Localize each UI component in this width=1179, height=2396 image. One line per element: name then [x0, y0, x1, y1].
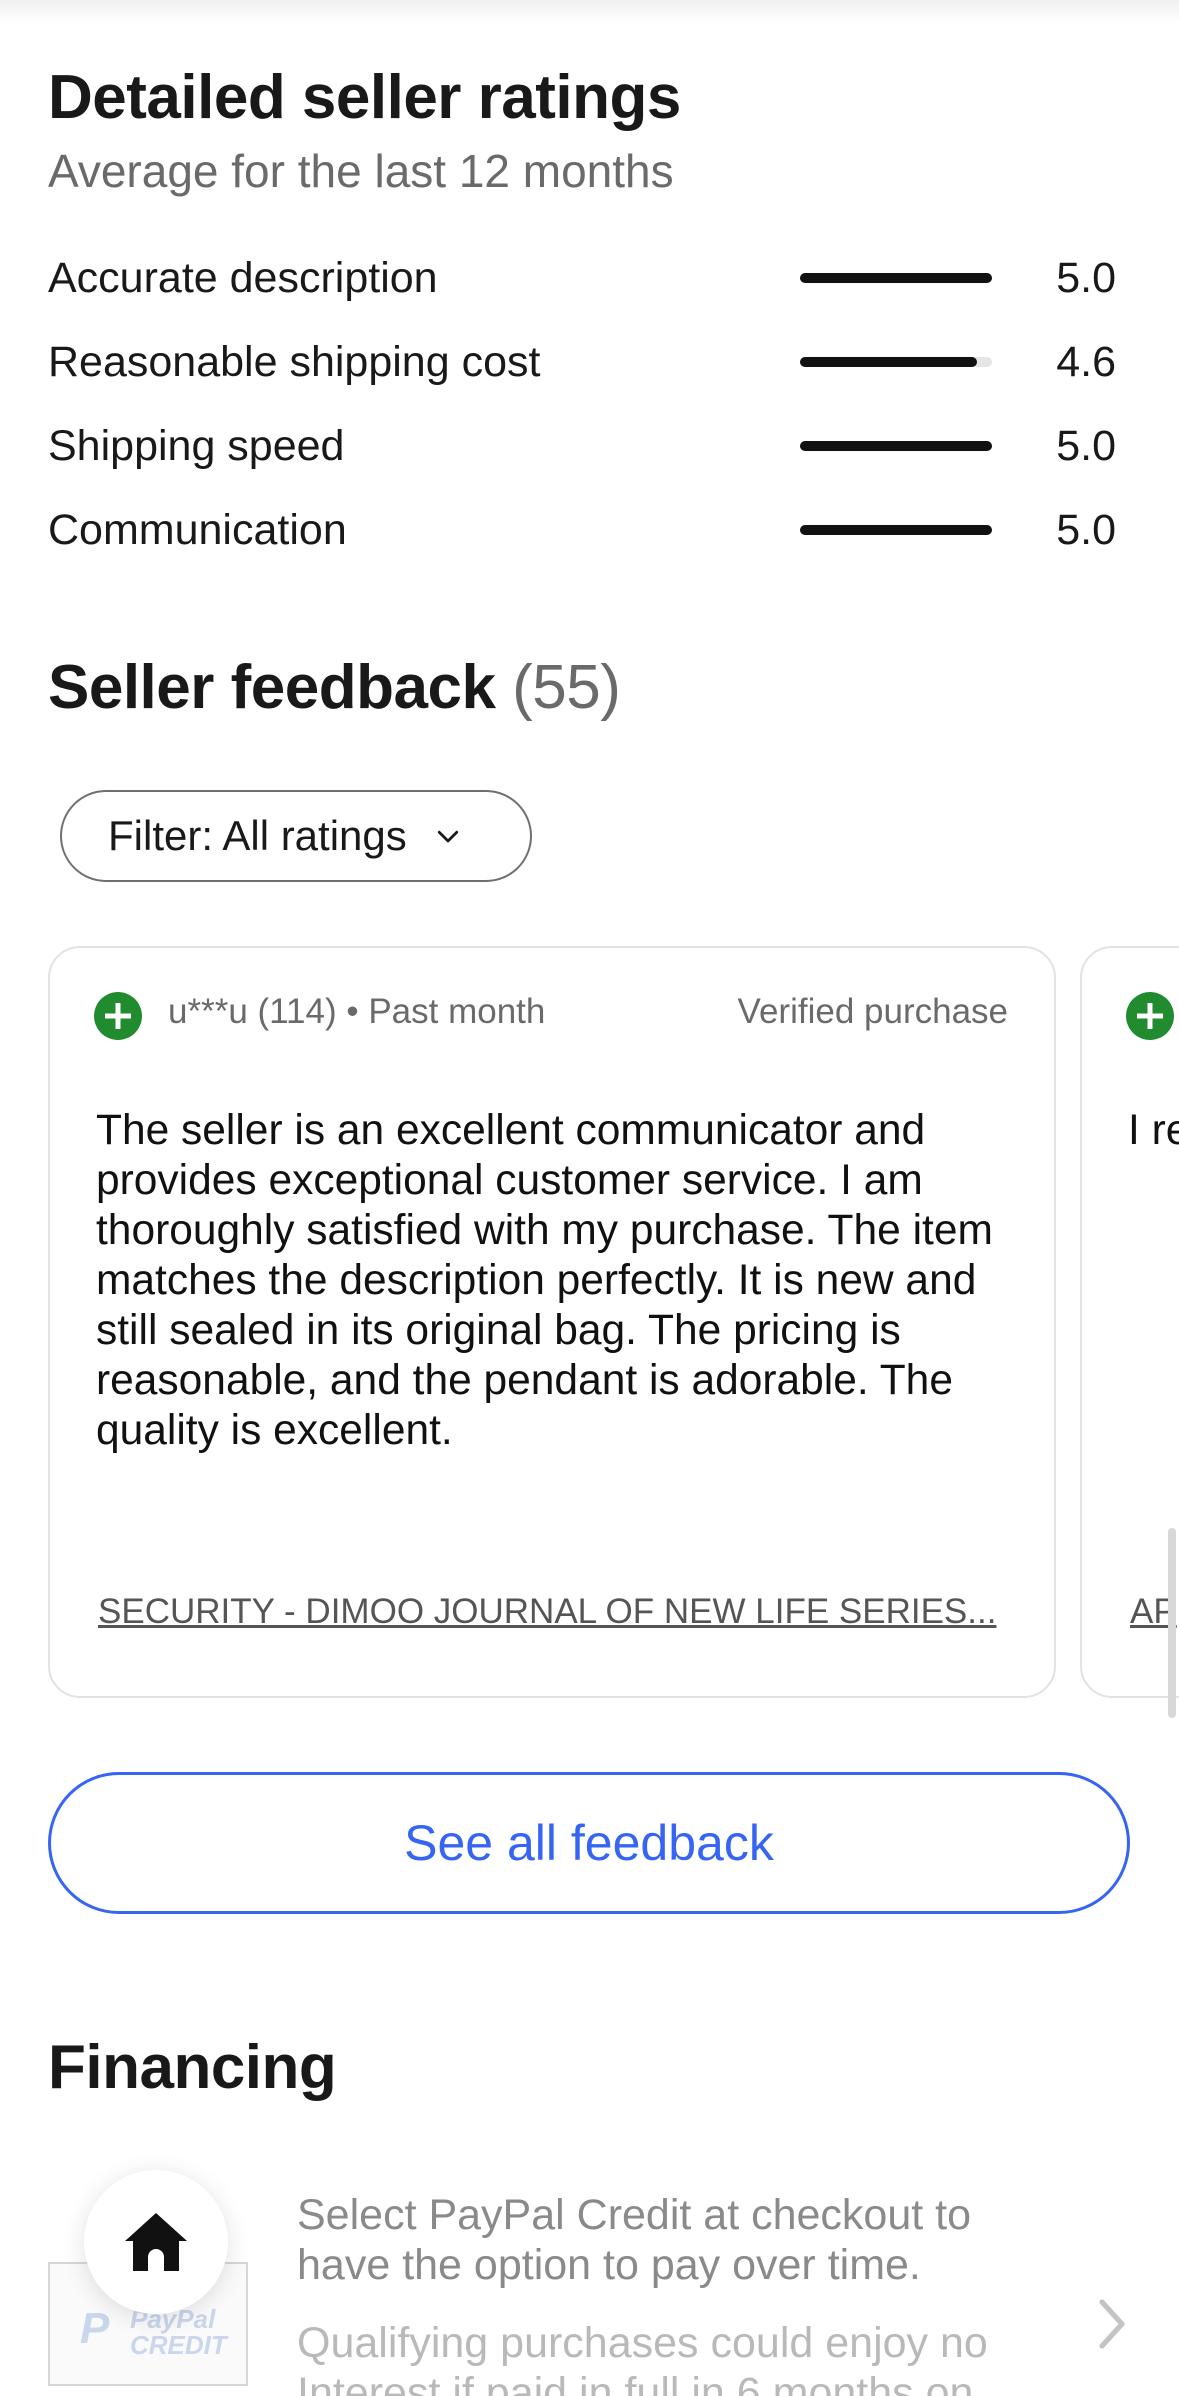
rating-bar	[800, 441, 992, 451]
rating-value: 5.0	[1056, 506, 1116, 554]
feedback-text: The seller is an excellent communicator …	[96, 1107, 993, 1454]
seller-feedback-title-text: Seller feedback	[48, 653, 496, 722]
rating-bar-fill	[800, 273, 992, 283]
rating-value: 5.0	[1056, 422, 1116, 470]
rating-bar-fill	[800, 525, 992, 535]
financing-text: Select PayPal Credit at checkout to have…	[297, 2191, 972, 2289]
feedback-count: (55)	[512, 653, 621, 722]
financing-subtext: Qualifying purchases could enjoy no Inte…	[297, 2319, 988, 2396]
rating-bar-fill	[800, 441, 992, 451]
rating-row-accurate-description: Accurate description 5.0	[48, 248, 1116, 308]
carousel-scroll-indicator	[1168, 1528, 1176, 1718]
rating-bar	[800, 273, 992, 283]
verified-purchase-label: Verified purchase	[737, 992, 1008, 1031]
rating-bar	[800, 525, 992, 535]
feedback-card[interactable]: u***u (114) • Past month Verified purcha…	[48, 946, 1056, 1698]
top-shade	[0, 0, 1179, 22]
rating-bar-fill	[800, 357, 977, 367]
paypal-logo-text: PayPal CREDIT	[130, 2304, 227, 2360]
rating-value: 4.6	[1056, 338, 1116, 386]
page: Detailed seller ratings Average for the …	[0, 0, 1179, 2396]
financing-title: Financing	[48, 2033, 337, 2102]
filter-label: Filter: All ratings	[108, 812, 407, 859]
filter-ratings-button[interactable]: Filter: All ratings	[60, 790, 532, 882]
home-button[interactable]	[84, 2170, 228, 2314]
plus-circle-icon	[94, 992, 142, 1040]
feedback-card-next[interactable]: I re to t ina I d the wo AP	[1080, 946, 1179, 1698]
paypal-logo-mark: P	[80, 2304, 110, 2353]
plus-circle-icon	[1126, 992, 1174, 1040]
chevron-down-icon	[437, 830, 458, 843]
detailed-ratings-title: Detailed seller ratings	[48, 63, 681, 132]
feedback-meta: u***u (114) • Past month	[168, 992, 546, 1031]
feedback-item-link[interactable]: SECURITY - DIMOO JOURNAL OF NEW LIFE SER…	[98, 1592, 996, 1632]
rating-label: Communication	[48, 506, 347, 554]
rating-label: Accurate description	[48, 254, 438, 302]
detailed-ratings-subtitle: Average for the last 12 months	[48, 145, 674, 197]
seller-feedback-title: Seller feedback (55)	[48, 652, 621, 723]
home-icon	[125, 2213, 187, 2271]
see-all-feedback-button[interactable]: See all feedback	[48, 1772, 1130, 1914]
rating-label: Shipping speed	[48, 422, 345, 470]
rating-row-shipping-speed: Shipping speed 5.0	[48, 416, 1116, 476]
rating-value: 5.0	[1056, 254, 1116, 302]
rating-label: Reasonable shipping cost	[48, 338, 541, 386]
chevron-right-icon	[1099, 2299, 1125, 2349]
rating-bar	[800, 357, 992, 367]
feedback-text: I re to t ina I d the wo	[1128, 1107, 1179, 1154]
rating-row-communication: Communication 5.0	[48, 500, 1116, 560]
rating-row-shipping-cost: Reasonable shipping cost 4.6	[48, 332, 1116, 392]
